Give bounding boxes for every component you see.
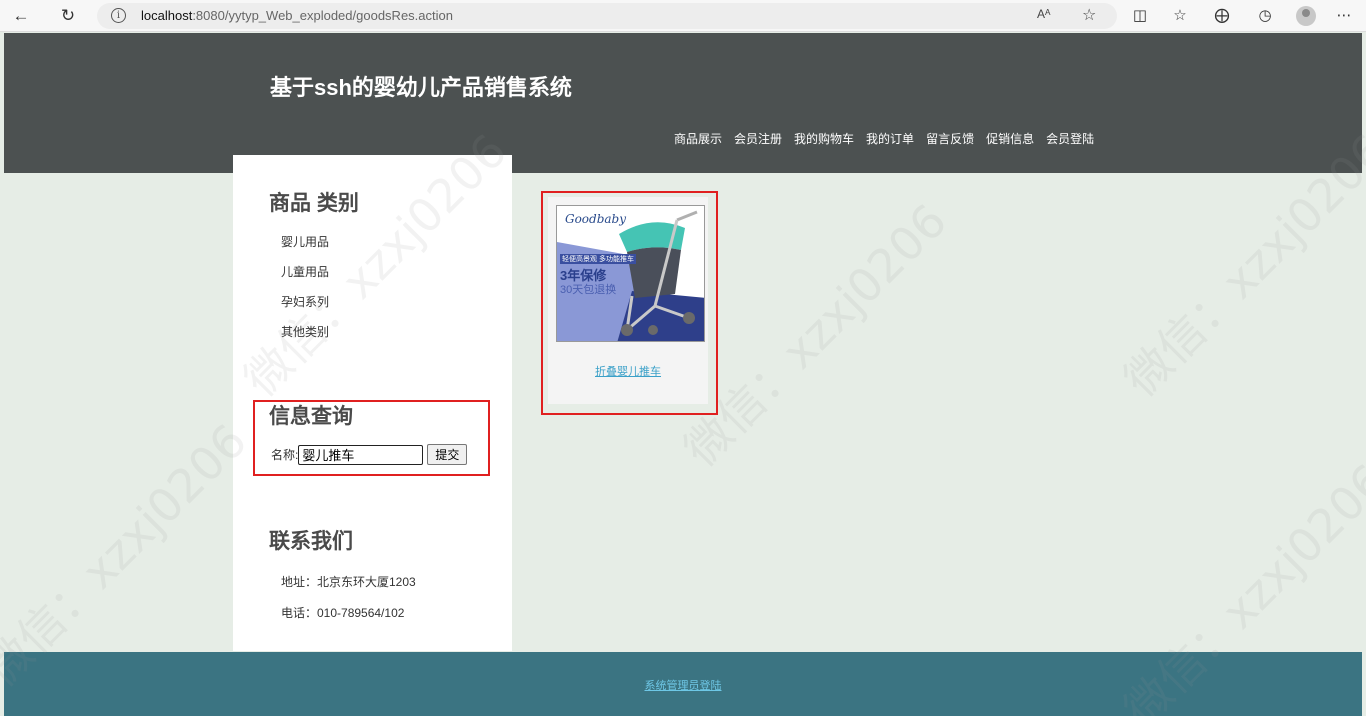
submit-button[interactable]: 提交 — [427, 444, 468, 465]
read-aloud-icon[interactable]: Aᴬ — [1037, 7, 1050, 21]
category-child-goods[interactable]: 儿童用品 — [281, 261, 329, 291]
favorites-list-icon[interactable]: ☆ — [1170, 6, 1190, 26]
search-heading: 信息查询 — [269, 405, 353, 428]
site-footer: 系统管理员登陆 — [4, 652, 1362, 716]
nav-my-orders[interactable]: 我的订单 — [866, 130, 914, 147]
contact-heading: 联系我们 — [269, 530, 353, 553]
product-tag-3: 30天包退换 — [560, 284, 617, 296]
sidebar: 商品 类别 婴儿用品 儿童用品 孕妇系列 其他类别 信息查询 名称: 提交 联系… — [233, 155, 512, 651]
more-menu-icon[interactable]: ⋯ — [1334, 6, 1354, 26]
search-label: 名称: — [271, 448, 299, 462]
info-icon[interactable]: i — [111, 8, 126, 23]
search-input[interactable] — [298, 444, 424, 465]
contact-phone: 电话：010-789564/102 — [281, 606, 405, 620]
nav-feedback[interactable]: 留言反馈 — [926, 130, 974, 147]
favorite-star-icon[interactable]: ☆ — [1082, 5, 1096, 25]
split-screen-icon[interactable]: ◫ — [1130, 6, 1150, 26]
profile-avatar-icon[interactable] — [1296, 6, 1316, 26]
admin-login-link[interactable]: 系统管理员登陆 — [4, 677, 1362, 693]
product-image[interactable]: Goodbaby 轻便高景观 多功能推车 3年保修 30天包退换 — [556, 205, 705, 342]
product-brand-text: Goodbaby — [565, 212, 627, 226]
category-heading: 商品 类别 — [269, 192, 359, 215]
browser-toolbar: ← ↻ i localhost:8080/yytyp_Web_exploded/… — [0, 0, 1366, 32]
category-maternity[interactable]: 孕妇系列 — [281, 291, 329, 321]
nav-member-login[interactable]: 会员登陆 — [1046, 130, 1094, 147]
site-title: 基于ssh的婴幼儿产品销售系统 — [270, 75, 572, 100]
address-bar[interactable]: i localhost:8080/yytyp_Web_exploded/good… — [97, 3, 1117, 29]
product-tag-1: 轻便高景观 多功能推车 — [560, 254, 636, 264]
category-other[interactable]: 其他类别 — [281, 321, 329, 351]
top-nav: 商品展示 会员注册 我的购物车 我的订单 留言反馈 促销信息 会员登陆 — [674, 130, 1106, 147]
nav-member-register[interactable]: 会员注册 — [734, 130, 782, 147]
contact-address: 地址：北京东环大厦1203 — [281, 575, 416, 589]
nav-promotions[interactable]: 促销信息 — [986, 130, 1034, 147]
product-card: Goodbaby 轻便高景观 多功能推车 3年保修 30天包退换 折叠婴儿推车 — [548, 197, 708, 404]
category-list: 婴儿用品 儿童用品 孕妇系列 其他类别 — [281, 231, 329, 351]
back-arrow-icon[interactable]: ← — [10, 5, 32, 27]
site-header: 基于ssh的婴幼儿产品销售系统 商品展示 会员注册 我的购物车 我的订单 留言反… — [4, 33, 1362, 173]
search-form: 名称: 提交 — [271, 444, 468, 465]
nav-goods-display[interactable]: 商品展示 — [674, 130, 722, 147]
category-baby-goods[interactable]: 婴儿用品 — [281, 231, 329, 261]
nav-my-cart[interactable]: 我的购物车 — [794, 130, 854, 147]
product-name-link[interactable]: 折叠婴儿推车 — [548, 363, 708, 379]
collections-icon[interactable]: ⨁ — [1212, 6, 1232, 26]
history-icon[interactable]: ◷ — [1255, 6, 1275, 26]
refresh-icon[interactable]: ↻ — [57, 5, 79, 27]
url-text[interactable]: localhost:8080/yytyp_Web_exploded/goodsR… — [141, 8, 453, 23]
